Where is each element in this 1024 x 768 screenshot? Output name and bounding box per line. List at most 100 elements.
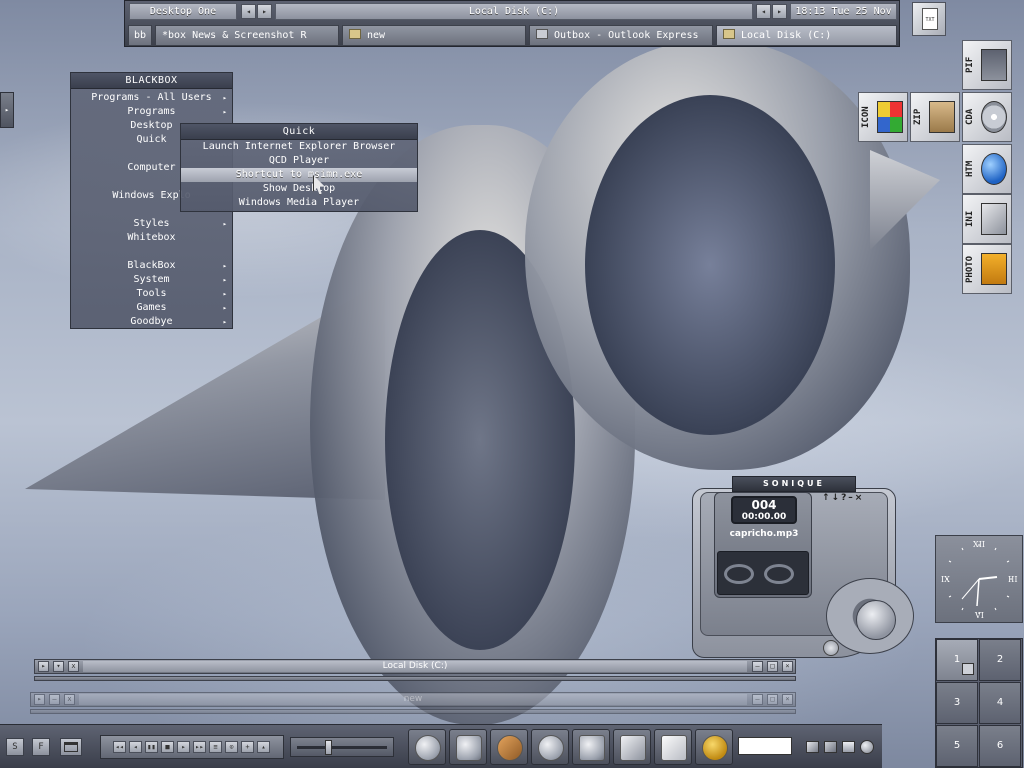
menu-item[interactable]: Tools ▸ bbox=[71, 287, 232, 301]
bb-button[interactable]: bb bbox=[128, 25, 152, 46]
pager-workspace-6[interactable]: 6 bbox=[979, 725, 1021, 767]
toolbar-clock: 18:13 Tue 25 Nov bbox=[790, 3, 897, 20]
menu-item[interactable]: Games ▸ bbox=[71, 301, 232, 315]
volume-thumb[interactable] bbox=[325, 740, 332, 755]
launch-monitor-icon[interactable] bbox=[613, 729, 651, 765]
pager-workspace-4[interactable]: 4 bbox=[979, 682, 1021, 724]
slit-edge-tab[interactable]: ▸ bbox=[0, 92, 14, 128]
menu-item[interactable]: Whitebox bbox=[71, 231, 232, 245]
clock-numeral-6: VI bbox=[975, 611, 984, 620]
media-control-button[interactable]: ▸▸ bbox=[193, 741, 206, 753]
launch-power-icon[interactable] bbox=[695, 729, 733, 765]
menu-item[interactable]: Programs ▸ bbox=[71, 105, 232, 119]
task-item[interactable]: Outbox - Outlook Express bbox=[529, 25, 713, 46]
window-menu-button[interactable]: ▸ bbox=[38, 661, 49, 672]
launch-film-reel-icon[interactable] bbox=[531, 729, 569, 765]
photo-icon[interactable]: PHOTO bbox=[962, 244, 1012, 294]
menu-item[interactable]: System ▸ bbox=[71, 273, 232, 287]
media-control-button[interactable]: ≡ bbox=[209, 741, 222, 753]
quick-menu-item[interactable]: QCD Player bbox=[181, 154, 417, 168]
media-control-button[interactable]: ■ bbox=[161, 741, 174, 753]
maximize-button[interactable]: □ bbox=[767, 694, 778, 705]
launch-documents-icon[interactable] bbox=[654, 729, 692, 765]
close-button[interactable]: × bbox=[782, 661, 793, 672]
pager-workspace-2[interactable]: 2 bbox=[979, 639, 1021, 681]
media-control-button[interactable]: ▸ bbox=[177, 741, 190, 753]
window-label[interactable]: Local Disk (C:) bbox=[275, 3, 753, 20]
task-item-active[interactable]: Local Disk (C:) bbox=[716, 25, 897, 46]
workspace-prev-button[interactable]: ◂ bbox=[241, 4, 256, 19]
workspace-label[interactable]: Desktop One bbox=[129, 3, 237, 20]
launch-drive-icon[interactable] bbox=[449, 729, 487, 765]
quick-menu-item[interactable]: Show Desktop bbox=[181, 182, 417, 196]
task-item[interactable]: new bbox=[342, 25, 526, 46]
globe-glyph bbox=[981, 153, 1007, 185]
quick-input-field[interactable] bbox=[738, 737, 792, 755]
window-shade-button[interactable]: – bbox=[49, 694, 60, 705]
menu-item[interactable]: Styles ▸ bbox=[71, 217, 232, 231]
quick-menu-item[interactable]: Shortcut to msimn.exe bbox=[181, 168, 417, 182]
icon-file-icon[interactable]: ICON bbox=[858, 92, 908, 142]
bottom-f-button[interactable]: F bbox=[32, 738, 50, 756]
submenu-items: Launch Internet Explorer Browser QCD Play… bbox=[181, 140, 417, 210]
outlook-icon bbox=[536, 29, 548, 39]
ini-icon[interactable]: INI bbox=[962, 194, 1012, 244]
bottom-s-button[interactable]: S bbox=[6, 738, 24, 756]
window-menu-button[interactable]: ▸ bbox=[34, 694, 45, 705]
menu-item[interactable]: Programs - All Users ▸ bbox=[71, 91, 232, 105]
workspace-next-button[interactable]: ▸ bbox=[257, 4, 272, 19]
window-title[interactable]: new bbox=[79, 694, 747, 705]
media-control-button[interactable]: ▴ bbox=[257, 741, 270, 753]
launch-folder-icon[interactable] bbox=[572, 729, 610, 765]
wallpaper-ring-right-hole bbox=[585, 95, 835, 435]
window-new-handle bbox=[30, 709, 796, 714]
minimize-button[interactable]: – bbox=[752, 694, 763, 705]
window-next-button[interactable]: ▸ bbox=[772, 4, 787, 19]
clock-numeral-3: III bbox=[1008, 575, 1018, 584]
quick-menu-item[interactable]: Launch Internet Explorer Browser bbox=[181, 140, 417, 154]
maximize-button[interactable]: □ bbox=[767, 661, 778, 672]
quick-menu-item[interactable]: Windows Media Player bbox=[181, 196, 417, 210]
media-control-button[interactable]: ⊙ bbox=[225, 741, 238, 753]
sonique-display: 004 00:00.00 capricho.mp3 bbox=[714, 492, 812, 598]
sonique-power-button[interactable] bbox=[823, 640, 839, 656]
bottom-window-button[interactable] bbox=[60, 738, 82, 756]
txt-file-icon[interactable]: TXT bbox=[912, 2, 946, 36]
top-toolbar: Desktop One ◂ ▸ Local Disk (C:) ◂ ▸ 18:1… bbox=[124, 0, 900, 47]
window-title[interactable]: Local Disk (C:) bbox=[83, 661, 747, 672]
cda-icon[interactable]: CDA bbox=[962, 92, 1012, 142]
menu-item-label: Styles bbox=[133, 218, 170, 229]
launch-paperclip-icon[interactable] bbox=[408, 729, 446, 765]
media-control-button[interactable]: ▮▮ bbox=[145, 741, 158, 753]
menu-item[interactable]: Goodbye ▸ bbox=[71, 315, 232, 329]
tape-reel-left bbox=[724, 564, 754, 584]
network-icon[interactable] bbox=[806, 741, 819, 753]
window-local-disk: ▸ ▾ x Local Disk (C:) – □ × bbox=[34, 659, 796, 674]
task-item[interactable]: *box News & Screenshot R bbox=[155, 25, 339, 46]
window-shade-button[interactable]: ▾ bbox=[53, 661, 64, 672]
launch-tools-icon[interactable] bbox=[490, 729, 528, 765]
menu-item[interactable]: BlackBox ▸ bbox=[71, 259, 232, 273]
zip-icon[interactable]: ZIP bbox=[910, 92, 960, 142]
globe-icon[interactable] bbox=[860, 740, 874, 754]
window-icon[interactable] bbox=[824, 741, 837, 753]
window-stick-button[interactable]: x bbox=[68, 661, 79, 672]
minimize-button[interactable]: – bbox=[752, 661, 763, 672]
volume-slider[interactable] bbox=[290, 737, 394, 757]
menu-item-label: System bbox=[133, 274, 170, 285]
menu-item-label: Desktop bbox=[130, 120, 173, 131]
media-control-button[interactable]: + bbox=[241, 741, 254, 753]
pager-workspace-3[interactable]: 3 bbox=[936, 682, 978, 724]
minus-icon[interactable] bbox=[842, 741, 855, 753]
pif-icon[interactable]: PIF bbox=[962, 40, 1012, 90]
sonique-window-controls[interactable]: ↑↓?–× bbox=[822, 493, 864, 503]
sonique-play-knob[interactable] bbox=[856, 600, 896, 640]
window-stick-button[interactable]: x bbox=[64, 694, 75, 705]
htm-icon[interactable]: HTM bbox=[962, 144, 1012, 194]
close-button[interactable]: × bbox=[782, 694, 793, 705]
pager-workspace-5[interactable]: 5 bbox=[936, 725, 978, 767]
window-prev-button[interactable]: ◂ bbox=[756, 4, 771, 19]
media-control-button[interactable]: ◂◂ bbox=[113, 741, 126, 753]
window-local-disk-handle bbox=[34, 676, 796, 681]
media-control-button[interactable]: ◂ bbox=[129, 741, 142, 753]
